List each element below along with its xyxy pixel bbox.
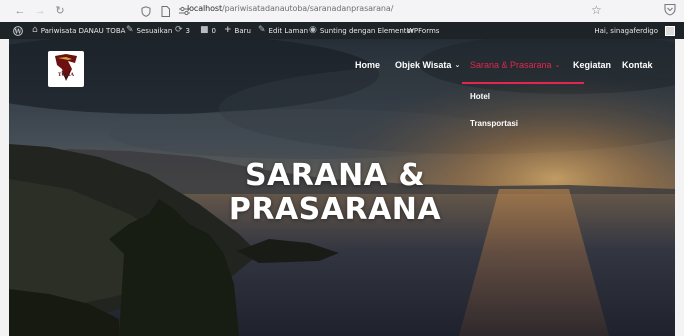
page-icon[interactable] bbox=[159, 5, 171, 17]
menu-label-kegiatan: Kegiatan bbox=[573, 60, 612, 70]
wp-admin-bar: W ⌂ Pariwisata DANAU TOBA ✎ Sesuaikan ⟳ … bbox=[0, 22, 684, 39]
menu-label-objek-wisata: Objek Wisata bbox=[395, 60, 452, 70]
wordpress-icon[interactable]: W bbox=[13, 22, 23, 39]
url-field[interactable]: localhost/pariwisatadanautoba/saranadanp… bbox=[187, 4, 393, 13]
tracking-shield-icon[interactable] bbox=[140, 5, 152, 17]
comments-link[interactable]: ■ 0 bbox=[200, 22, 216, 39]
plus-icon: + bbox=[224, 25, 232, 35]
edit-page-label: Edit Laman bbox=[268, 26, 309, 35]
site-name-label: Pariwisata DANAU TOBA bbox=[40, 26, 126, 35]
customize-label: Sesuaikan bbox=[136, 26, 173, 35]
comment-icon: ■ bbox=[200, 25, 209, 35]
menu-label-sarana: Sarana & Prasarana bbox=[470, 60, 552, 70]
page-title-line2: PRASARANA bbox=[228, 192, 442, 227]
menu-item-objek-wisata[interactable]: Objek Wisata ⌄ bbox=[395, 60, 460, 70]
customize-link[interactable]: ✎ Sesuaikan bbox=[126, 22, 172, 39]
reload-icon[interactable]: ↻ bbox=[52, 3, 68, 19]
menu-item-sarana-prasarana[interactable]: Sarana & Prasarana ⌄ bbox=[470, 60, 560, 70]
greeting-label: Hai, sinagaferdigo bbox=[594, 26, 658, 35]
address-bar-icons bbox=[140, 3, 190, 19]
elementor-label: Sunting dengan Elementor bbox=[319, 26, 414, 35]
elementor-icon: ◉ bbox=[309, 25, 317, 35]
site-name-link[interactable]: ⌂ Pariwisata DANAU TOBA bbox=[32, 22, 125, 39]
menu-label-kontak: Kontak bbox=[622, 60, 653, 70]
pocket-shield-icon[interactable] bbox=[664, 3, 676, 17]
chevron-down-icon: ⌄ bbox=[554, 62, 561, 69]
edit-page-link[interactable]: ✎ Edit Laman bbox=[258, 22, 308, 39]
home-icon: ⌂ bbox=[32, 25, 38, 35]
menu-item-kontak[interactable]: Kontak bbox=[622, 60, 653, 70]
page-gutter-left bbox=[0, 39, 9, 336]
page-title-line1: SARANA & bbox=[244, 158, 426, 193]
svg-text:W: W bbox=[13, 27, 22, 35]
url-path: /pariwisatadanautoba/saranadanprasarana/ bbox=[222, 4, 394, 13]
submenu-item-transportasi[interactable]: Transportasi bbox=[470, 119, 518, 128]
brush-icon: ✎ bbox=[126, 25, 134, 35]
page-title: SARANA & PRASARANA bbox=[200, 159, 470, 227]
new-label: Baru bbox=[234, 26, 251, 35]
elementor-link[interactable]: ◉ Sunting dengan Elementor bbox=[309, 22, 414, 39]
updates-icon: ⟳ bbox=[175, 25, 183, 35]
menu-item-kegiatan[interactable]: Kegiatan bbox=[573, 60, 611, 70]
wpforms-label: WPForms bbox=[407, 26, 440, 35]
bookmark-star-icon[interactable]: ☆ bbox=[591, 3, 602, 17]
updates-link[interactable]: ⟳ 3 bbox=[175, 22, 190, 39]
menu-item-home[interactable]: Home bbox=[355, 60, 380, 70]
page-gutter-right bbox=[675, 39, 684, 336]
menu-label-home: Home bbox=[355, 60, 381, 70]
main-menu: Home Objek Wisata ⌄ Sarana & Prasarana ⌄ K… bbox=[9, 55, 675, 75]
avatar bbox=[665, 25, 675, 36]
comments-count: 0 bbox=[211, 26, 216, 35]
hero-section: TOBA Home Objek Wisata ⌄ Sarana & Prasara… bbox=[9, 39, 675, 336]
updates-count: 3 bbox=[185, 26, 191, 35]
chevron-down-icon: ⌄ bbox=[454, 62, 461, 69]
active-menu-underline bbox=[462, 82, 584, 84]
account-menu[interactable]: Hai, sinagaferdigo bbox=[594, 22, 675, 39]
browser-toolbar: ← → ↻ localhost/pariwisatadanautoba/sara… bbox=[0, 0, 684, 22]
new-content-link[interactable]: + Baru bbox=[224, 22, 251, 39]
back-arrow-icon[interactable]: ← bbox=[12, 3, 28, 19]
submenu-item-hotel[interactable]: Hotel bbox=[470, 92, 490, 101]
url-host: localhost bbox=[187, 4, 223, 13]
forward-arrow-icon[interactable]: → bbox=[32, 3, 48, 19]
wpforms-link[interactable]: WPForms bbox=[407, 22, 439, 39]
pencil-icon: ✎ bbox=[258, 25, 266, 35]
